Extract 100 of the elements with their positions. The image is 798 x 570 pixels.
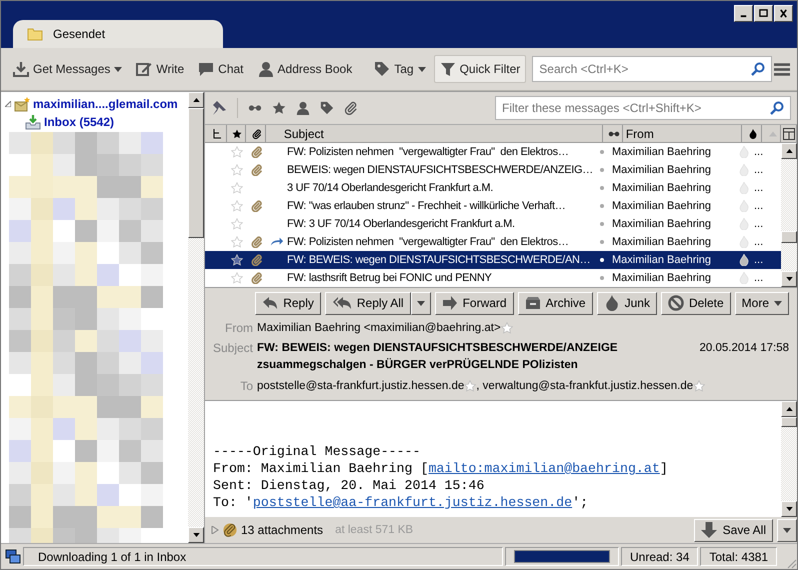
body-line: Sent: Dienstag, 20. Mai 2014 15:46: [213, 477, 486, 494]
down-arrow-icon[interactable]: [786, 277, 792, 281]
flame-icon: [738, 218, 750, 230]
up-arrow-icon[interactable]: [786, 407, 792, 411]
forward-arrow-icon: [442, 295, 458, 311]
down-arrow-icon[interactable]: [192, 533, 200, 537]
body-line: -----Original Message-----: [213, 443, 422, 460]
scrollbar[interactable]: [781, 401, 797, 517]
menu-icon[interactable]: [774, 62, 790, 76]
scrollbar[interactable]: [188, 92, 204, 543]
star-icon[interactable]: [500, 322, 513, 334]
star-icon[interactable]: [231, 236, 243, 248]
star-icon[interactable]: [231, 200, 243, 212]
message-row[interactable]: FW: "was erlauben strunz" - Frechheit - willkürliche Verhaft… Maximilian Baehring ...: [205, 197, 781, 215]
replyall-button[interactable]: Reply All: [324, 292, 411, 314]
message-row[interactable]: FW: lasthsrift Betrug bei FONIC und PENNY Maximilian Baehring ...: [205, 269, 781, 287]
tag-icon[interactable]: [320, 101, 334, 115]
thread-icon: [212, 128, 222, 138]
filter-field[interactable]: Filter these messages <Ctrl+Shift+K>: [495, 96, 791, 120]
resize-grip-icon[interactable]: [785, 557, 797, 569]
minimize-button[interactable]: [734, 5, 753, 22]
star-icon[interactable]: [231, 254, 243, 266]
unread-count: Unread: 34: [621, 547, 698, 566]
email-link[interactable]: mailto:maximilian@baehring.at: [428, 461, 660, 476]
reply-button[interactable]: Reply: [255, 292, 321, 314]
search-field[interactable]: Search <Ctrl+K>: [532, 56, 772, 82]
folder-item[interactable]: Inbox (5542): [1, 113, 188, 131]
toolbar-button[interactable]: Chat: [192, 55, 250, 83]
star-icon[interactable]: [231, 218, 243, 230]
star-icon[interactable]: [231, 182, 243, 194]
star-icon[interactable]: [272, 101, 286, 115]
toolbar-button[interactable]: Write: [130, 55, 190, 83]
paperclip-icon[interactable]: [344, 101, 358, 115]
contact-icon[interactable]: [296, 101, 310, 115]
star-icon[interactable]: [693, 380, 706, 392]
close-button[interactable]: [774, 5, 793, 22]
contact-icon: [258, 61, 274, 77]
star-icon[interactable]: [231, 164, 243, 176]
junk-button[interactable]: Junk: [596, 292, 657, 314]
save-all-button[interactable]: Save All: [694, 518, 773, 542]
scrollbar-thumb[interactable]: [188, 108, 204, 238]
message-row[interactable]: 3 UF 70/14 Oberlandesgericht Frankfurt a.M. Maximilian Baehring ...: [205, 179, 781, 197]
read-dot-icon: [600, 240, 604, 244]
delete-button[interactable]: Delete: [660, 292, 731, 314]
paperclip-icon: [223, 523, 237, 537]
up-arrow-icon[interactable]: [786, 149, 792, 153]
toolbar-button[interactable]: Get Messages: [7, 55, 128, 83]
star-icon[interactable]: [464, 380, 476, 392]
folder-tab[interactable]: Gesendet: [13, 20, 223, 48]
attachment-count[interactable]: 13 attachments: [241, 523, 324, 537]
toolbar-button[interactable]: Address Book: [252, 55, 358, 83]
flame-icon: [738, 182, 750, 194]
up-arrow-icon[interactable]: [192, 98, 200, 102]
star-icon[interactable]: [231, 146, 243, 158]
message-subject: 3 UF 70/14 Oberlandesgericht Frankfurt a.M.: [287, 182, 494, 194]
email-link[interactable]: poststelle@aa-frankfurt.justiz.hessen.de: [252, 495, 572, 510]
reply-arrow-icon: [262, 295, 278, 311]
message-subject: BEWEIS: wegen DIENSTAUFSICHTSBESCHWERDE/ANZEIG…: [287, 164, 592, 176]
toolbar-button[interactable]: Tag: [368, 55, 432, 83]
dropdown-button[interactable]: [777, 518, 797, 542]
quick-filter-button[interactable]: Quick Filter: [434, 55, 526, 83]
dropdown-button[interactable]: [410, 292, 431, 314]
down-arrow-icon[interactable]: [786, 507, 792, 511]
message-sender: Maximilian Baehring: [612, 164, 712, 176]
read-dot-icon: [600, 276, 604, 280]
recipient-address[interactable]: poststelle@sta-frankfurt.justiz.hessen.de: [257, 380, 464, 392]
total-count: Total: 4381: [700, 547, 778, 566]
scrollbar-thumb[interactable]: [781, 231, 797, 243]
message-row[interactable]: BEWEIS: wegen DIENSTAUFSICHTSBESCHWERDE/ANZEIG… Maximilian Baehring ...: [205, 161, 781, 179]
expander-icon[interactable]: [211, 526, 219, 534]
message-subject: FW: Polizisten nehmen "vergewaltigter Frau" den Elektros…: [287, 146, 570, 158]
pin-icon[interactable]: [211, 100, 227, 116]
sender-address[interactable]: Maximilian Baehring <maximilian@baehring.at>: [257, 322, 501, 334]
message-row[interactable]: FW: BEWEIS: wegen DIENSTAUFSICHTSBESCHWERDE/AN… Maximilian Baehring ...: [205, 251, 781, 269]
scrollbar-thumb[interactable]: [781, 417, 797, 427]
scrollbar[interactable]: [781, 143, 797, 287]
forward-button[interactable]: Forward: [434, 292, 514, 314]
status-text: Downloading 1 of 1 in Inbox: [23, 547, 503, 566]
flame-icon: [738, 236, 750, 248]
flame-icon: [738, 254, 750, 266]
account-item[interactable]: maximilian....glemail.com: [1, 95, 188, 113]
star-icon[interactable]: [231, 272, 243, 284]
recipient-address[interactable]: , verwaltung@sta-frankfut.justiz.hessen.de: [476, 380, 694, 392]
message-row[interactable]: FW: 3 UF 70/14 Oberlandesgericht Frankfurt a.M. Maximilian Baehring ...: [205, 215, 781, 233]
more-button[interactable]: More: [734, 292, 789, 314]
archive-box-icon: [524, 295, 541, 311]
flame-icon: [738, 200, 750, 212]
expander-icon[interactable]: [5, 101, 11, 107]
subject-line: FW: BEWEIS: wegen DIENSTAUFSICHTSBESCHWERDE/ANZEIGE: [257, 341, 619, 356]
archive-button[interactable]: Archive: [518, 292, 593, 314]
inbox-icon: [25, 114, 41, 130]
message-row[interactable]: FW: Polizisten nehmen "vergewaltigter Frau" den Elektros… Maximilian Baehring ...: [205, 233, 781, 251]
flame-icon: [738, 164, 750, 176]
message-extra: ...: [754, 182, 764, 194]
body-line: To: 'poststelle@aa-frankfurt.justiz.hessen.de';: [213, 494, 590, 511]
message-sender: Maximilian Baehring: [612, 182, 712, 194]
network-icon[interactable]: [5, 548, 21, 564]
message-row[interactable]: FW: Polizisten nehmen "vergewaltigter Frau" den Elektros… Maximilian Baehring ...: [205, 143, 781, 161]
maximize-button[interactable]: [754, 5, 773, 22]
message-subject: FW: Polizisten nehmen "vergewaltigter Frau" den Elektros…: [287, 236, 570, 248]
